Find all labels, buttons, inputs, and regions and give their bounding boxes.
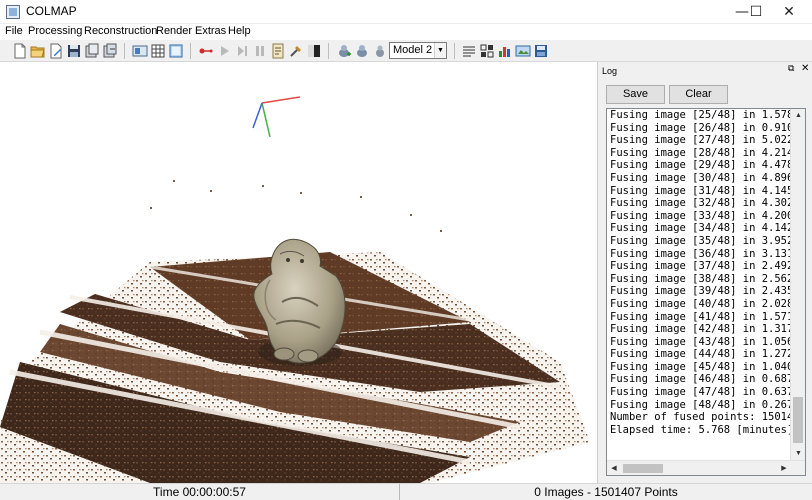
log-line: Fusing image [25/48] in 1.578 xyxy=(610,109,792,121)
close-panel-icon[interactable]: ✕ xyxy=(801,63,809,74)
menu-extras[interactable]: Extras xyxy=(195,25,226,37)
log-line: Fusing image [35/48] in 3.952 xyxy=(610,234,792,247)
coordinate-axes xyxy=(252,96,301,138)
edit-project-icon[interactable] xyxy=(48,43,64,59)
match-matrix-icon[interactable] xyxy=(479,43,495,59)
log-line: Fusing image [37/48] in 2.492 xyxy=(610,260,792,273)
float-panel-icon[interactable]: ⧉ xyxy=(788,63,794,74)
render-options-icon[interactable] xyxy=(336,43,352,59)
log-line: Fusing image [47/48] in 0.637 xyxy=(610,386,792,399)
export-view-icon[interactable] xyxy=(533,43,549,59)
log-clear-button[interactable]: Clear xyxy=(669,85,728,104)
log-lines: Fusing image [25/48] in 1.578 Fusing imag… xyxy=(610,109,792,436)
menu-processing[interactable]: Processing xyxy=(28,25,82,37)
app-icon xyxy=(6,5,20,19)
log-panel-title: Log xyxy=(602,66,618,76)
log-line: Fusing image [31/48] in 4.145 xyxy=(610,184,792,197)
menu-bar: File Processing Reconstruction Render Ex… xyxy=(0,24,812,40)
point-cloud-canvas[interactable] xyxy=(0,62,597,483)
play-icon[interactable] xyxy=(216,43,232,59)
log-line: Fusing image [28/48] in 4.214 xyxy=(610,146,792,159)
toolbar-separator xyxy=(190,43,191,59)
log-line: Fusing image [33/48] in 4.200 xyxy=(610,209,792,222)
vertical-scroll-thumb[interactable] xyxy=(793,397,803,443)
close-button[interactable]: ✕ xyxy=(766,0,812,24)
status-bar: Time 00:00:00:57 0 Images - 1501407 Poin… xyxy=(0,483,812,500)
log-line: Fusing image [26/48] in 0.910 xyxy=(610,121,792,134)
log-line: Fusing image [45/48] in 1.040 xyxy=(610,360,792,373)
reconstruction-report-icon[interactable] xyxy=(270,43,286,59)
vertical-scrollbar[interactable]: ▲ ▼ xyxy=(790,109,805,461)
log-line: Fusing image [43/48] in 1.056 xyxy=(610,335,792,348)
import-model-icon[interactable] xyxy=(84,43,100,59)
log-line: Fusing image [46/48] in 0.687 xyxy=(610,373,792,386)
log-line: Number of fused points: 15014 xyxy=(610,411,792,424)
toolbar-separator xyxy=(328,43,329,59)
status-points: 0 Images - 1501407 Points xyxy=(534,485,678,499)
scroll-right-icon[interactable]: ▶ xyxy=(777,461,791,475)
log-icon[interactable] xyxy=(461,43,477,59)
model-viewer[interactable] xyxy=(0,62,597,483)
log-line: Fusing image [42/48] in 1.317 xyxy=(610,323,792,336)
log-line: Fusing image [44/48] in 1.272 xyxy=(610,348,792,361)
model-select[interactable]: Model 2 ( ▼ xyxy=(389,42,447,59)
pause-icon[interactable] xyxy=(252,43,268,59)
log-line: Fusing image [40/48] in 2.028 xyxy=(610,297,792,310)
bundle-adjustment-icon[interactable] xyxy=(288,43,304,59)
log-text-area[interactable]: Fusing image [25/48] in 1.578 Fusing imag… xyxy=(606,108,806,476)
dense-reconstruction-icon[interactable] xyxy=(306,43,322,59)
log-panel: Log ⧉ ✕ Save Clear Fusing image [25/48] … xyxy=(597,62,812,483)
scroll-up-icon[interactable]: ▲ xyxy=(791,109,805,123)
menu-reconstruction[interactable]: Reconstruction xyxy=(84,25,157,37)
model-select-value: Model 2 ( xyxy=(393,44,439,56)
feature-extraction-icon[interactable] xyxy=(132,43,148,59)
log-line: Fusing image [27/48] in 5.022 xyxy=(610,134,792,147)
scroll-down-icon[interactable]: ▼ xyxy=(791,447,805,461)
database-management-icon[interactable] xyxy=(168,43,184,59)
log-save-button[interactable]: Save xyxy=(606,85,665,104)
sparse-points xyxy=(150,180,442,232)
export-model-icon[interactable] xyxy=(102,43,118,59)
toolbar: Model 2 ( ▼ xyxy=(0,40,812,62)
save-project-icon[interactable] xyxy=(66,43,82,59)
window-title: COLMAP xyxy=(26,4,77,18)
status-time: Time 00:00:00:57 xyxy=(153,485,246,499)
log-line: Fusing image [36/48] in 3.131 xyxy=(610,247,792,260)
log-line: Fusing image [39/48] in 2.435 xyxy=(610,285,792,298)
menu-file[interactable]: File xyxy=(5,25,23,37)
reconstruction-options-icon[interactable] xyxy=(198,43,214,59)
horizontal-scrollbar[interactable]: ◀ ▶ xyxy=(607,460,805,475)
camera-icon[interactable] xyxy=(372,43,388,59)
log-line: Elapsed time: 5.768 [minutes] xyxy=(610,423,792,436)
menu-help[interactable]: Help xyxy=(228,25,251,37)
log-line: Fusing image [48/48] in 0.267 xyxy=(610,398,792,411)
log-line: Fusing image [41/48] in 1.571 xyxy=(610,310,792,323)
reset-view-icon[interactable] xyxy=(354,43,370,59)
reconstruction-stats-icon[interactable] xyxy=(497,43,513,59)
step-icon[interactable] xyxy=(234,43,250,59)
title-bar: COLMAP — ☐ ✕ xyxy=(0,0,812,24)
feature-matching-icon[interactable] xyxy=(150,43,166,59)
log-line: Fusing image [29/48] in 4.478 xyxy=(610,159,792,172)
open-project-icon[interactable] xyxy=(30,43,46,59)
scroll-left-icon[interactable]: ◀ xyxy=(607,461,621,475)
toolbar-separator xyxy=(124,43,125,59)
chevron-down-icon: ▼ xyxy=(434,43,446,58)
horizontal-scroll-thumb[interactable] xyxy=(623,464,663,473)
toolbar-separator xyxy=(454,43,455,59)
log-line: Fusing image [32/48] in 4.302 xyxy=(610,197,792,210)
screenshot-icon[interactable] xyxy=(515,43,531,59)
log-line: Fusing image [34/48] in 4.142 xyxy=(610,222,792,235)
new-project-icon[interactable] xyxy=(12,43,28,59)
menu-render[interactable]: Render xyxy=(156,25,192,37)
log-line: Fusing image [38/48] in 2.562 xyxy=(610,272,792,285)
log-line: Fusing image [30/48] in 4.896 xyxy=(610,171,792,184)
